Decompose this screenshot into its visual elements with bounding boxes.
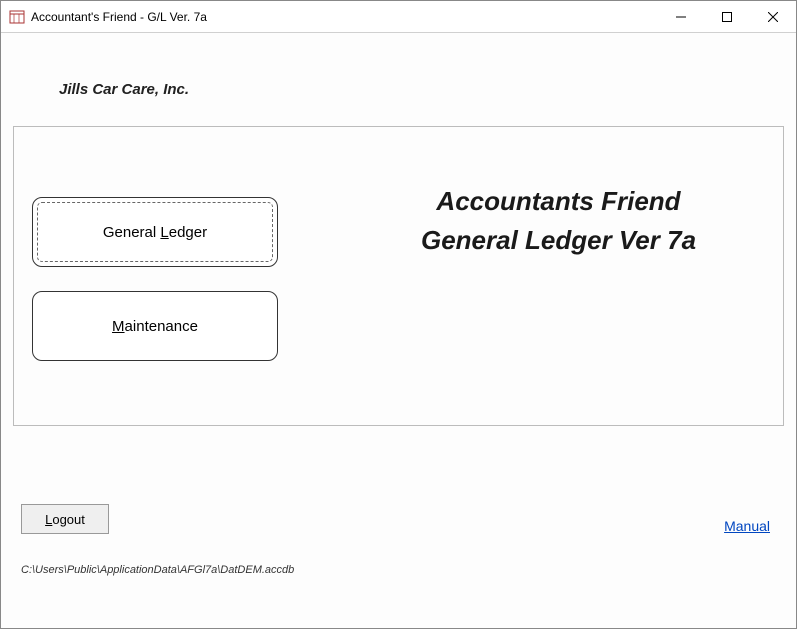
button-label: General Ledger: [103, 224, 207, 241]
headline-line-2: General Ledger Ver 7a: [344, 221, 773, 260]
maintenance-button[interactable]: Maintenance: [32, 291, 278, 361]
close-button[interactable]: [750, 1, 796, 32]
headline-line-1: Accountants Friend: [344, 182, 773, 221]
button-label: Logout: [45, 512, 85, 527]
window-title: Accountant's Friend - G/L Ver. 7a: [31, 10, 658, 24]
company-name-label: Jills Car Care, Inc.: [59, 81, 784, 98]
main-panel: General Ledger Maintenance Accountants F…: [13, 126, 784, 426]
client-area: Jills Car Care, Inc. General Ledger Main…: [1, 33, 796, 628]
app-icon: [9, 9, 25, 25]
manual-link[interactable]: Manual: [724, 518, 770, 534]
titlebar: Accountant's Friend - G/L Ver. 7a: [1, 1, 796, 33]
minimize-button[interactable]: [658, 1, 704, 32]
maximize-button[interactable]: [704, 1, 750, 32]
footer-row: Logout Manual: [13, 504, 784, 534]
app-headline: Accountants Friend General Ledger Ver 7a: [344, 182, 773, 260]
window-controls: [658, 1, 796, 32]
button-label: Maintenance: [112, 318, 198, 335]
logout-button[interactable]: Logout: [21, 504, 109, 534]
app-window: Accountant's Friend - G/L Ver. 7a Jills …: [0, 0, 797, 629]
database-path-label: C:\Users\Public\ApplicationData\AFGl7a\D…: [21, 564, 784, 576]
nav-button-group: General Ledger Maintenance: [32, 197, 278, 361]
general-ledger-button[interactable]: General Ledger: [32, 197, 278, 267]
